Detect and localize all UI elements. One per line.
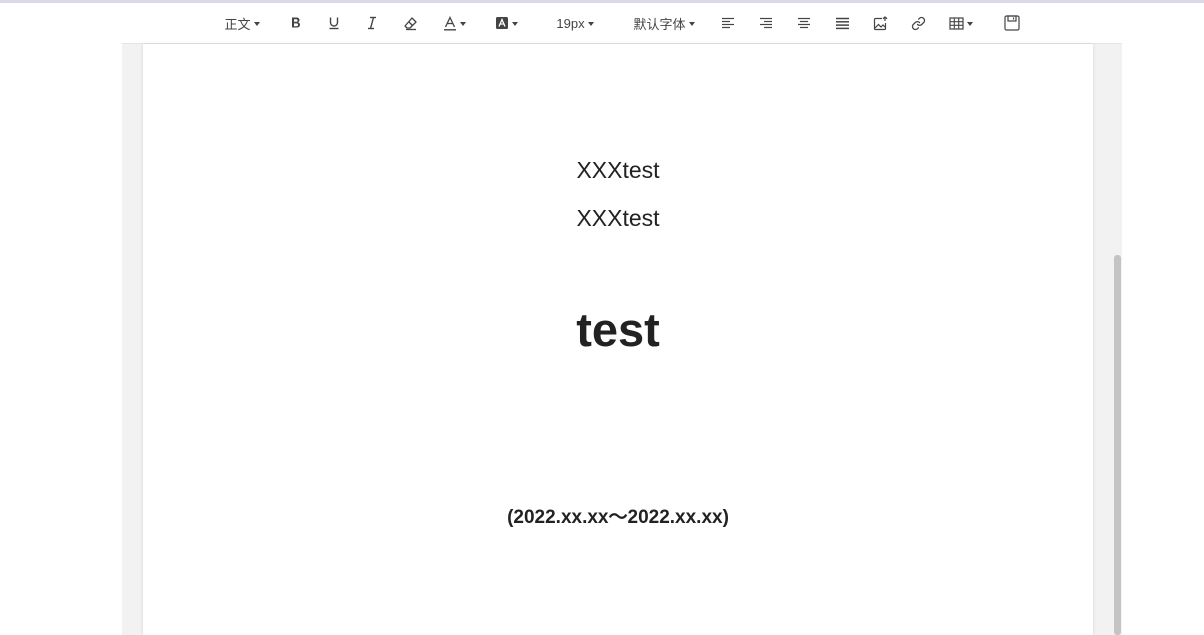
document-title[interactable]: test xyxy=(143,302,1093,357)
insert-link-button[interactable] xyxy=(908,11,928,35)
font-size-label: 19px xyxy=(556,15,585,31)
align-justify-icon xyxy=(835,17,849,29)
editor-toolbar: 正文 19px 默认字体 xyxy=(0,3,1204,43)
scrollbar-thumb[interactable] xyxy=(1114,255,1121,635)
underline-icon xyxy=(329,17,339,30)
chevron-down-icon xyxy=(688,21,695,26)
eraser-icon xyxy=(403,16,417,30)
image-icon xyxy=(873,15,887,30)
font-size-dropdown[interactable]: 19px xyxy=(554,11,596,35)
document-date-range[interactable]: (2022.xx.xx～2022.xx.xx) xyxy=(143,502,1093,529)
paragraph-style-dropdown[interactable]: 正文 xyxy=(222,11,262,35)
bold-icon xyxy=(292,17,300,28)
font-color-dropdown[interactable] xyxy=(440,11,468,35)
save-button[interactable] xyxy=(1002,11,1022,35)
align-left-button[interactable] xyxy=(718,11,738,35)
insert-table-dropdown[interactable] xyxy=(946,11,976,35)
document-page[interactable]: XXXtest XXXtest test (2022.xx.xx～2022.xx… xyxy=(143,44,1093,635)
italic-icon xyxy=(368,16,376,30)
align-center-icon xyxy=(798,17,810,29)
document-line-1[interactable]: XXXtest xyxy=(143,157,1093,184)
font-family-dropdown[interactable]: 默认字体 xyxy=(631,11,697,35)
save-icon xyxy=(1004,15,1020,31)
align-center-button[interactable] xyxy=(794,11,814,35)
background-color-dropdown[interactable] xyxy=(492,11,520,35)
clear-format-button[interactable] xyxy=(400,11,420,35)
font-color-icon xyxy=(443,15,456,31)
align-justify-button[interactable] xyxy=(832,11,852,35)
table-icon xyxy=(949,16,964,30)
link-icon xyxy=(911,16,925,30)
insert-image-button[interactable] xyxy=(870,11,890,35)
align-right-icon xyxy=(760,17,772,29)
editor-canvas: XXXtest XXXtest test (2022.xx.xx～2022.xx… xyxy=(122,44,1122,635)
chevron-down-icon xyxy=(459,21,466,26)
bold-button[interactable] xyxy=(286,11,306,35)
chevron-down-icon xyxy=(967,21,973,26)
font-family-label: 默认字体 xyxy=(633,16,686,32)
chevron-down-icon xyxy=(511,21,518,26)
italic-button[interactable] xyxy=(362,11,382,35)
chevron-down-icon xyxy=(587,21,594,26)
document-line-2[interactable]: XXXtest xyxy=(143,205,1093,232)
paragraph-style-label: 正文 xyxy=(224,16,251,32)
vertical-scrollbar[interactable] xyxy=(1112,44,1122,635)
chevron-down-icon xyxy=(253,21,260,26)
underline-button[interactable] xyxy=(324,11,344,35)
align-right-button[interactable] xyxy=(756,11,776,35)
align-left-icon xyxy=(722,17,734,29)
highlight-color-icon xyxy=(495,17,508,29)
